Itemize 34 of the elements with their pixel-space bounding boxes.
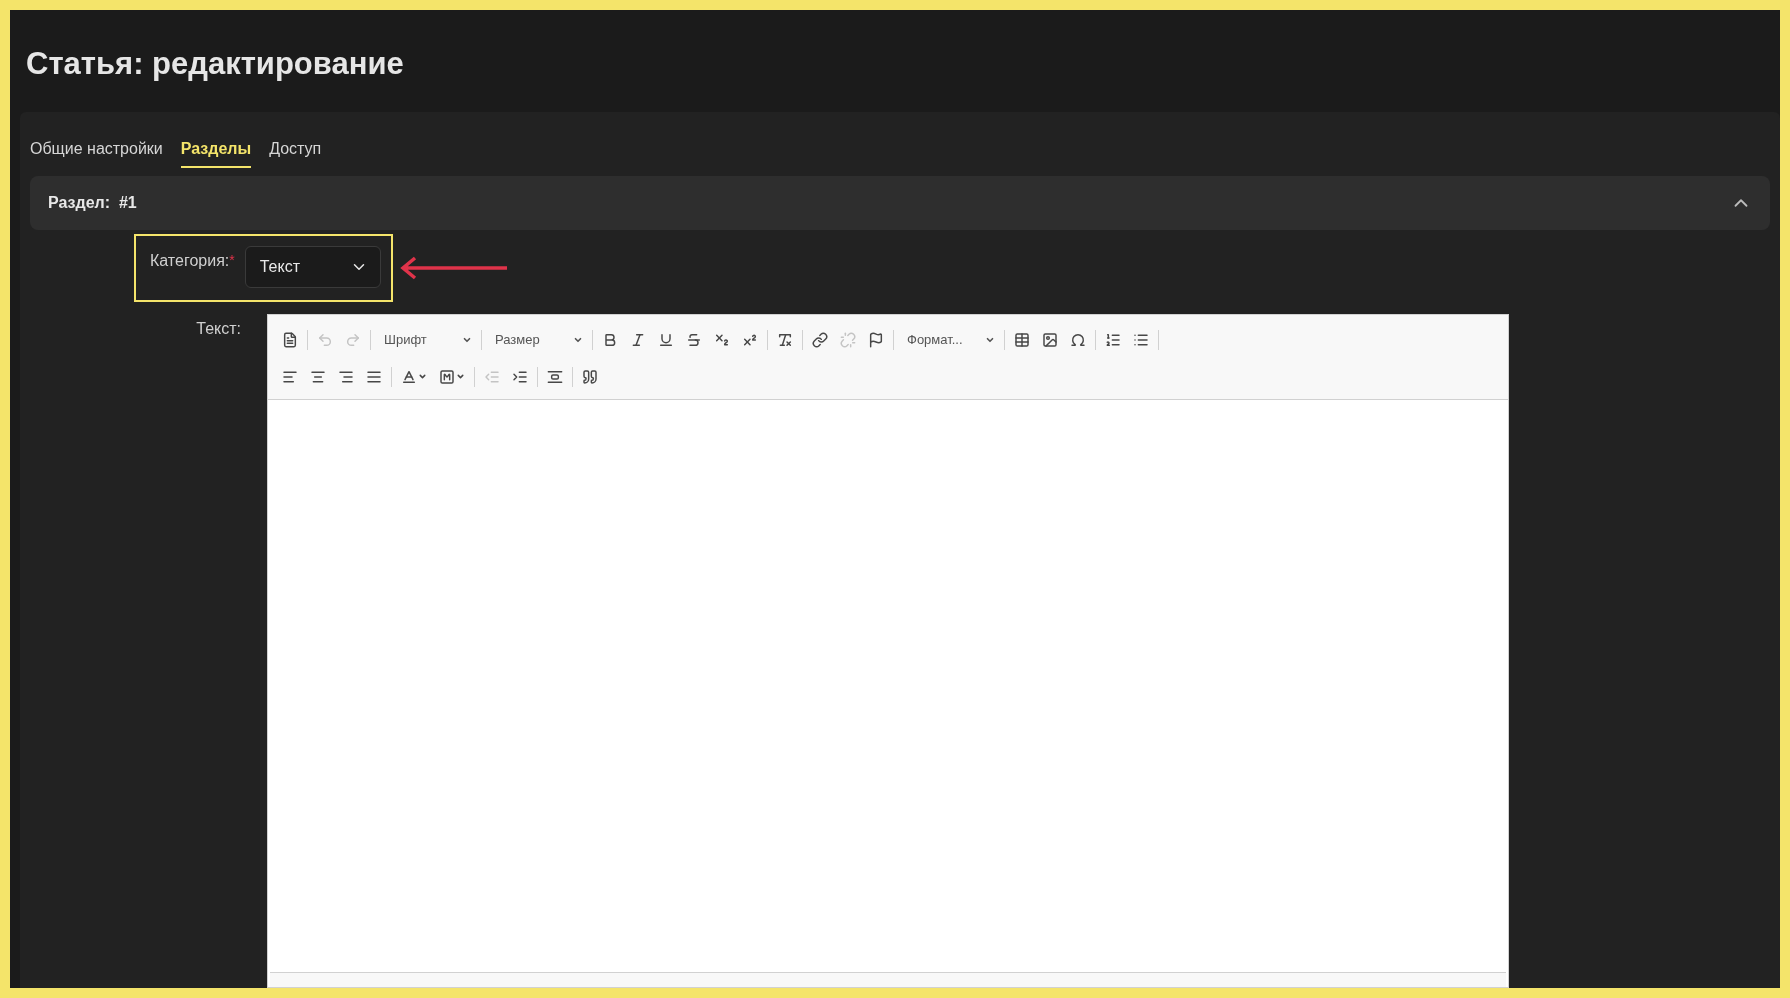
undo-icon	[317, 331, 333, 348]
omega-icon	[1070, 331, 1086, 348]
background-color-icon	[439, 368, 455, 385]
underline-icon	[658, 331, 674, 348]
clear-format-icon	[777, 331, 793, 348]
tab[interactable]: Разделы	[180, 134, 252, 168]
bold-icon	[602, 331, 618, 348]
strike-icon	[686, 331, 702, 348]
caret-icon	[418, 372, 427, 381]
field-label: Категория:*	[150, 251, 235, 270]
quote-icon	[582, 368, 598, 385]
caret-icon	[456, 372, 465, 381]
table-icon	[1014, 331, 1030, 348]
italic-icon	[630, 331, 646, 348]
redo-icon	[345, 331, 361, 348]
category-select[interactable]: Текст	[244, 246, 381, 288]
ordered-list-icon	[1105, 331, 1121, 348]
flag-icon	[868, 331, 884, 348]
toolbar-dropdown[interactable]: Формат...	[897, 325, 1001, 354]
document-icon	[282, 331, 298, 348]
arrow-icon	[398, 256, 509, 280]
tab[interactable]: Общие настройки	[30, 134, 163, 168]
text-color-icon	[401, 368, 417, 385]
tab[interactable]: Доступ	[269, 134, 322, 168]
image-icon	[1042, 331, 1058, 348]
field-label: Текст:	[195, 319, 241, 339]
unlink-icon	[840, 331, 856, 348]
section-header[interactable]: Раздел: #1	[30, 176, 1770, 230]
link-icon	[812, 331, 828, 348]
horizontal-rule-icon	[547, 368, 563, 385]
section-title: Раздел: #1	[48, 194, 137, 212]
toolbar-dropdown[interactable]: Шрифт	[374, 325, 478, 354]
page-title: Статья: редактирование	[25, 45, 405, 83]
toolbar-dropdown[interactable]: Размер	[485, 325, 589, 354]
